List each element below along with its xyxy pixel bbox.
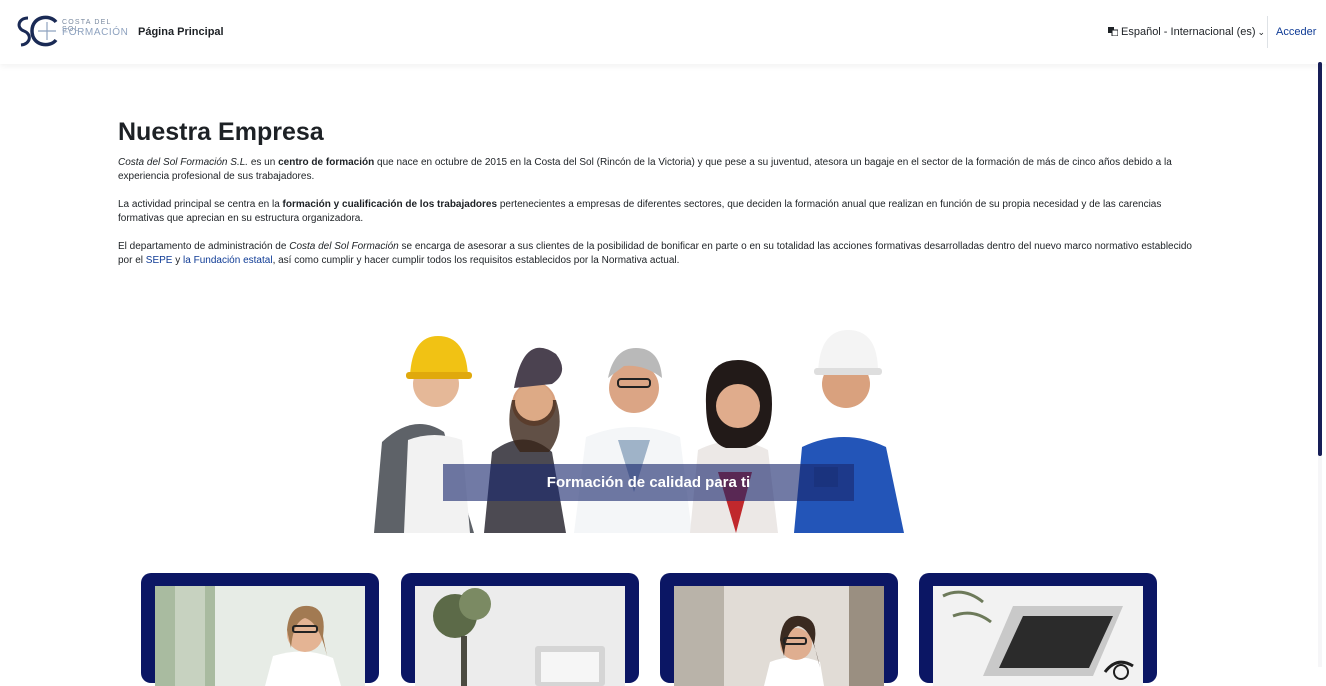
logo-mark-icon (17, 15, 58, 47)
card-image (674, 586, 884, 686)
office-woman-image (155, 586, 365, 686)
page-title: Nuestra Empresa (118, 118, 324, 146)
nav-home-link[interactable]: Página Principal (138, 26, 224, 38)
office-worker-image (674, 586, 884, 686)
company-name: Costa del Sol Formación S.L. (118, 157, 249, 168)
laptop-desk-image (933, 586, 1143, 686)
language-label: Español - Internacional (es) (1121, 26, 1256, 38)
card-image (155, 586, 365, 686)
text-span: El departamento de administración de (118, 241, 290, 252)
bold-text: centro de formación (278, 157, 375, 168)
company-name: Costa del Sol Formación (289, 241, 399, 252)
language-selector[interactable]: Español - Internacional (es) ⌄ (1108, 26, 1265, 38)
login-link[interactable]: Acceder (1276, 26, 1316, 38)
text-span: , así como cumplir y hacer cumplir todos… (272, 255, 680, 266)
card-image (415, 586, 625, 686)
fundacion-link[interactable]: la Fundación estatal (183, 255, 273, 266)
bold-text: formación y cualificación de los trabaja… (282, 199, 498, 210)
site-logo[interactable]: COSTA DEL SOL FORMACIÓN (12, 10, 128, 54)
workers-illustration (374, 330, 904, 533)
activity-paragraph: La actividad principal se centra en la f… (118, 198, 1198, 226)
sepe-link[interactable]: SEPE (146, 255, 173, 266)
intro-paragraph: Costa del Sol Formación S.L. es un centr… (118, 156, 1198, 184)
card-image (933, 586, 1143, 686)
hero-banner: Formación de calidad para ti (443, 464, 854, 501)
top-navbar: COSTA DEL SOL FORMACIÓN Página Principal… (0, 0, 1326, 64)
text-span: La actividad principal se centra en la (118, 199, 283, 210)
laptop-plant-image (415, 586, 625, 686)
scrollbar-thumb[interactable] (1318, 62, 1322, 456)
text-span: es un (248, 157, 279, 168)
text-span: y (172, 255, 184, 266)
translate-icon (1108, 27, 1118, 36)
header-divider (1267, 16, 1268, 48)
chevron-down-icon: ⌄ (1257, 27, 1266, 37)
logo-text-bottom: FORMACIÓN (62, 27, 129, 38)
hero-image: Formación de calidad para ti (374, 322, 925, 533)
administration-paragraph: El departamento de administración de Cos… (118, 240, 1198, 268)
